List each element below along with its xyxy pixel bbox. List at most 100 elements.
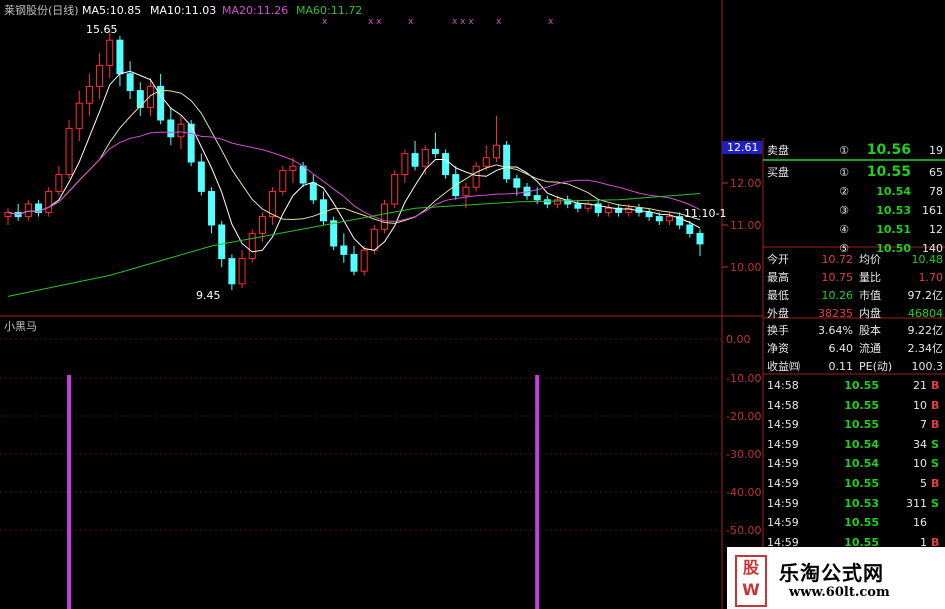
indicator-axis-tick: -40.00 <box>726 486 761 499</box>
quote-volume: 161 <box>922 204 943 217</box>
tick-price: 10.54 <box>844 457 879 471</box>
quote-row[interactable]: 卖盘 ① 10.56 19 <box>763 140 945 161</box>
tick-time: 14:59 <box>767 477 799 490</box>
quote-row[interactable]: ② 10.54 78 <box>763 181 945 202</box>
tick-time: 14:59 <box>767 516 799 530</box>
tick-row[interactable]: 14:58 10.55 10 B <box>763 395 945 416</box>
indicator-axis-tick: -50.00 <box>726 524 761 537</box>
watermark-logo: 股 W <box>735 555 767 607</box>
signal-bar <box>67 375 72 609</box>
tick-row[interactable]: 14:59 10.53 311 S <box>763 493 945 514</box>
tick-price: 10.55 <box>844 379 879 392</box>
tick-direction: B <box>931 398 940 412</box>
svg-text:x: x <box>322 17 328 27</box>
fund-value: 0.11 <box>828 360 854 373</box>
quote-price: 10.55 <box>866 164 911 180</box>
candle <box>330 216 338 251</box>
axis-tick-12: 12.00 <box>730 177 762 190</box>
stock-title: 莱钢股份(日线) <box>4 3 79 17</box>
tick-direction: B <box>931 477 940 490</box>
tick-time: 14:59 <box>767 418 799 432</box>
tick-direction: B <box>931 418 940 432</box>
indicator-axis-tick: -10.00 <box>726 372 761 385</box>
quote-side-label: 卖盘 <box>767 144 789 157</box>
indicator-axis-tick: -20.00 <box>726 410 761 423</box>
fund-value: 100.3 <box>911 360 944 373</box>
tick-volume: 10 <box>913 398 927 412</box>
watermark: 股 W 乐淘公式网 www.60lt.com <box>727 547 945 609</box>
indicator-title: 小黑马 <box>4 320 37 333</box>
candle <box>45 187 53 217</box>
tick-time: 14:59 <box>767 496 799 510</box>
candle <box>360 246 368 276</box>
candle <box>65 120 73 179</box>
tick-row[interactable]: 14:59 10.55 5 B <box>763 473 945 494</box>
ma60-label: MA60:11.72 <box>296 4 362 17</box>
tick-time: 14:58 <box>767 379 799 392</box>
quote-row[interactable]: 买盘 ① 10.55 65 <box>763 162 945 183</box>
tick-price: 10.53 <box>844 496 879 510</box>
quote-volume: 78 <box>929 185 943 198</box>
candle <box>381 199 389 234</box>
tick-row[interactable]: 14:58 10.55 21 B <box>763 375 945 396</box>
tick-direction: S <box>931 457 939 471</box>
svg-text:x x x: x x x <box>452 17 474 27</box>
quote-volume: 65 <box>929 166 943 179</box>
quote-side-label: 买盘 <box>767 166 789 179</box>
svg-text:x: x <box>408 17 414 27</box>
current-price-label: 12.61 <box>727 141 759 154</box>
tick-time: 14:59 <box>767 437 799 451</box>
quote-price: 10.54 <box>876 185 911 198</box>
watermark-url: www.60lt.com <box>789 585 890 600</box>
svg-text:x x: x x <box>368 17 382 27</box>
tick-price: 10.55 <box>844 477 879 490</box>
indicator-axis-tick: -30.00 <box>726 448 761 461</box>
last-ma-annotation: 11.10-1 <box>684 207 726 220</box>
candle <box>279 166 287 196</box>
quote-volume: 12 <box>929 223 943 236</box>
quote-price: 10.53 <box>876 204 911 217</box>
svg-text:x: x <box>496 17 502 27</box>
candle <box>248 229 256 263</box>
quote-volume: 19 <box>929 144 943 157</box>
quote-panel: 卖盘 ① 10.56 19 买盘 ① 10.55 65 ② 10.54 78 ③ 10.53 161 ④ 10… <box>763 138 945 609</box>
tick-row[interactable]: 14:59 10.54 34 S <box>763 434 945 455</box>
quote-row[interactable]: ③ 10.53 161 <box>763 200 945 221</box>
ma20-label: MA20:11.26 <box>222 4 288 17</box>
tick-volume: 311 <box>906 496 927 510</box>
tick-row[interactable]: 14:59 10.55 7 B <box>763 414 945 435</box>
candle <box>472 162 480 192</box>
watermark-title: 乐淘公式网 <box>779 561 884 585</box>
tick-price: 10.55 <box>844 418 879 432</box>
ma10-label: MA10:11.03 <box>150 4 216 17</box>
tick-time: 14:58 <box>767 398 799 412</box>
ma5-label: MA5:10.85 <box>82 4 141 17</box>
tick-price: 10.55 <box>844 516 879 530</box>
indicator-grid: 0.00 -10.00 -20.00 -30.00 -40.00 -50.00 <box>0 333 761 537</box>
tick-direction: S <box>931 437 939 451</box>
signal-bars <box>67 375 540 609</box>
tick-volume: 16 <box>913 516 927 530</box>
high-annotation: 15.65 <box>86 23 118 36</box>
candle <box>503 141 511 183</box>
axis-tick-11: 11.00 <box>730 219 762 232</box>
tick-price: 10.55 <box>844 398 879 412</box>
fund-label: 收益㈣ <box>767 360 800 373</box>
tick-direction: S <box>931 496 939 510</box>
tick-volume: 10 <box>913 457 927 471</box>
indicator-axis-tick: 0.00 <box>726 333 751 346</box>
tick-time: 14:59 <box>767 457 799 471</box>
tick-row[interactable]: 14:59 10.54 10 S <box>763 453 945 474</box>
tick-volume: 7 <box>920 418 927 432</box>
fund-label: PE(动) <box>859 360 893 373</box>
tick-direction: B <box>931 379 940 392</box>
tick-volume: 5 <box>920 477 927 490</box>
quote-price: 10.56 <box>866 142 911 158</box>
tick-volume: 21 <box>913 379 927 392</box>
tick-row[interactable]: 14:59 10.55 16 <box>763 512 945 533</box>
quote-row[interactable]: ④ 10.51 12 <box>763 219 945 240</box>
quote-price: 10.51 <box>876 223 911 236</box>
candle <box>391 170 399 209</box>
candle <box>442 149 450 179</box>
low-annotation: 9.45 <box>196 289 221 302</box>
